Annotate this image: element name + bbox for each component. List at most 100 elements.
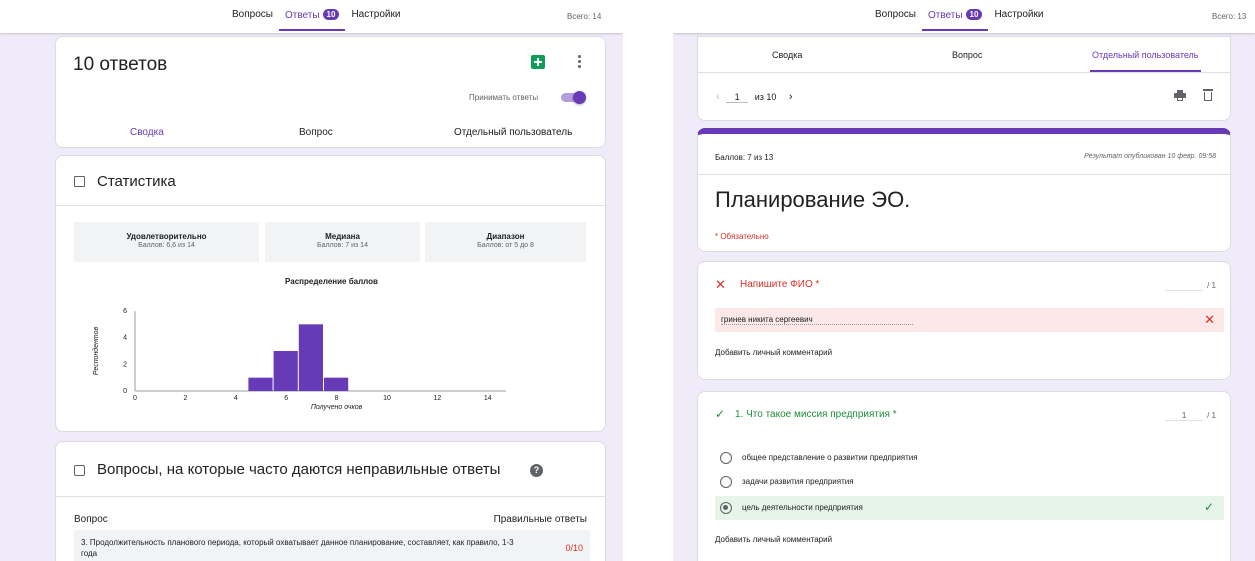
tab-questions-label: Вопросы bbox=[232, 9, 273, 20]
help-icon[interactable]: ? bbox=[530, 464, 543, 477]
x-tick-label: 6 bbox=[284, 395, 288, 402]
points-field[interactable]: 1/ 1 bbox=[1165, 411, 1216, 421]
x-axis-label: Получено очков bbox=[311, 404, 363, 411]
x-tick-label: 14 bbox=[484, 395, 492, 402]
radio-button-selected[interactable] bbox=[720, 502, 732, 514]
subtab-summary[interactable]: Сводка bbox=[130, 127, 164, 147]
tab-responses[interactable]: Ответы 10 bbox=[278, 9, 346, 31]
total-points: Всего: 13 bbox=[1212, 12, 1247, 21]
divider bbox=[56, 496, 605, 497]
response-pager: ‹ 1 из 10 › bbox=[716, 91, 793, 103]
statistics-card: Статистика Удовлетворительно Баллов: 6,6… bbox=[55, 155, 606, 432]
question-card-mission: ✓ 1. Что такое миссия предприятия * 1/ 1… bbox=[697, 391, 1231, 561]
stat-range-value: Баллов: от 5 до 8 bbox=[477, 242, 534, 249]
subtab-question[interactable]: Вопрос bbox=[952, 50, 982, 72]
tab-settings-label: Настройки bbox=[994, 9, 1044, 20]
stat-average-value: Баллов: 6,6 из 14 bbox=[138, 242, 195, 249]
column-question-header: Вопрос bbox=[74, 514, 108, 525]
distribution-title: Распределение баллов bbox=[285, 277, 378, 286]
correct-answer-row: цель деятельности предприятия ✓ bbox=[715, 496, 1224, 520]
divider bbox=[56, 205, 605, 206]
points-field[interactable]: / 1 bbox=[1165, 281, 1216, 291]
pager-total: 10 bbox=[766, 92, 777, 102]
statistics-title: Статистика bbox=[97, 173, 176, 190]
option-label: цель деятельности предприятия bbox=[742, 503, 863, 512]
subtab-individual[interactable]: Отдельный пользователь bbox=[1090, 50, 1200, 72]
missed-question-score: 0/10 bbox=[565, 543, 583, 553]
radio-button[interactable] bbox=[720, 476, 732, 488]
correct-icon: ✓ bbox=[715, 407, 726, 421]
responses-count-badge: 10 bbox=[322, 9, 340, 20]
histogram-bar bbox=[324, 377, 349, 391]
x-tick-label: 8 bbox=[335, 395, 339, 402]
tab-questions-label: Вопросы bbox=[875, 9, 916, 20]
x-tick-label: 2 bbox=[183, 395, 187, 402]
question-title: Напишите ФИО * bbox=[740, 279, 820, 290]
tab-settings[interactable]: Настройки bbox=[345, 9, 406, 31]
y-tick-label: 4 bbox=[123, 335, 127, 342]
individual-nav-card: Сводка Вопрос Отдельный пользователь ‹ 1… bbox=[697, 36, 1231, 121]
divider bbox=[698, 72, 1230, 73]
x-tick-label: 10 bbox=[383, 395, 391, 402]
current-response-input[interactable]: 1 bbox=[726, 92, 749, 103]
points-input[interactable]: 1 bbox=[1165, 411, 1204, 421]
main-tabs: Вопросы Ответы 10 Настройки bbox=[869, 9, 1049, 31]
add-comment-button[interactable]: Добавить личный комментарий bbox=[715, 535, 832, 544]
accept-responses-toggle[interactable] bbox=[561, 91, 586, 104]
responses-count-badge: 10 bbox=[965, 9, 983, 20]
previous-response-icon[interactable]: ‹ bbox=[716, 91, 720, 103]
tab-questions[interactable]: Вопросы bbox=[869, 9, 922, 31]
summary-view: Вопросы Ответы 10 Настройки Всего: 14 10 … bbox=[0, 0, 623, 561]
points-max: / 1 bbox=[1207, 281, 1216, 290]
required-note: * Обязательно bbox=[715, 232, 769, 241]
accept-responses-label: Принимать ответы bbox=[469, 93, 539, 102]
responses-header-card: 10 ответов Принимать ответы Сводка Вопро… bbox=[55, 36, 606, 148]
column-correct-header: Правильные ответы bbox=[493, 514, 587, 525]
next-response-icon[interactable]: › bbox=[789, 91, 793, 103]
histogram-bar bbox=[273, 351, 298, 391]
histogram-bar bbox=[248, 377, 273, 391]
score-distribution-chart: 0 2 4 6 8 10 12 14 0 2 4 6 Получено очков Респонденто… bbox=[92, 308, 506, 411]
tab-responses[interactable]: Ответы 10 bbox=[921, 9, 989, 31]
histogram-bar bbox=[298, 324, 323, 391]
tab-questions[interactable]: Вопросы bbox=[226, 9, 279, 31]
tab-settings[interactable]: Настройки bbox=[988, 9, 1049, 31]
correct-icon: ✓ bbox=[1203, 500, 1214, 514]
x-tick-label: 4 bbox=[234, 395, 238, 402]
stat-range-title: Диапазон bbox=[486, 232, 525, 241]
y-tick-label: 2 bbox=[123, 361, 127, 368]
answer-text: гринев никита сергеевич bbox=[721, 315, 913, 325]
stat-average: Удовлетворительно Баллов: 6,6 из 14 bbox=[74, 222, 259, 262]
top-tabs-bar: Вопросы Ответы 10 Настройки Всего: 13 bbox=[673, 0, 1255, 33]
pager-of-label: из bbox=[754, 92, 764, 102]
tab-responses-label: Ответы bbox=[284, 10, 320, 21]
table-row[interactable]: 3. Продолжительность планового периода, … bbox=[74, 530, 590, 561]
published-timestamp: Результат опубликован 10 февр. 09:58 bbox=[1084, 153, 1216, 160]
stat-median: Медиана Баллов: 7 из 14 bbox=[265, 222, 420, 262]
points-input[interactable] bbox=[1165, 281, 1204, 291]
stat-median-value: Баллов: 7 из 14 bbox=[317, 242, 368, 249]
add-comment-button[interactable]: Добавить личный комментарий bbox=[715, 348, 832, 357]
frequently-missed-title: Вопросы, на которые часто даются неправи… bbox=[97, 461, 501, 478]
stat-range: Диапазон Баллов: от 5 до 8 bbox=[425, 222, 586, 262]
y-axis-label: Респондентов bbox=[92, 326, 100, 375]
score-label: Баллов: 7 из 13 bbox=[715, 153, 774, 162]
radio-button[interactable] bbox=[720, 452, 732, 464]
question-title: 1. Что такое миссия предприятия * bbox=[735, 409, 897, 420]
form-title: Планирование ЭО. bbox=[715, 187, 911, 212]
print-icon[interactable] bbox=[1174, 90, 1186, 101]
subtab-question[interactable]: Вопрос bbox=[299, 127, 333, 147]
subtab-individual[interactable]: Отдельный пользователь bbox=[454, 127, 572, 147]
more-options-icon[interactable] bbox=[578, 55, 582, 70]
option-label: общее представление о развитии предприят… bbox=[742, 453, 918, 462]
sheets-icon[interactable] bbox=[531, 55, 545, 69]
delete-icon[interactable] bbox=[1203, 89, 1213, 101]
responses-count-title: 10 ответов bbox=[73, 54, 168, 75]
main-tabs: Вопросы Ответы 10 Настройки bbox=[226, 9, 406, 31]
tab-responses-label: Ответы bbox=[927, 10, 963, 21]
stat-average-title: Удовлетворительно bbox=[126, 232, 207, 241]
subtab-summary[interactable]: Сводка bbox=[772, 50, 802, 72]
individual-view: Вопросы Ответы 10 Настройки Всего: 13 Сво… bbox=[673, 0, 1255, 561]
missed-question-text: 3. Продолжительность планового периода, … bbox=[81, 538, 514, 558]
frequently-missed-card: Вопросы, на которые часто даются неправи… bbox=[55, 441, 606, 561]
